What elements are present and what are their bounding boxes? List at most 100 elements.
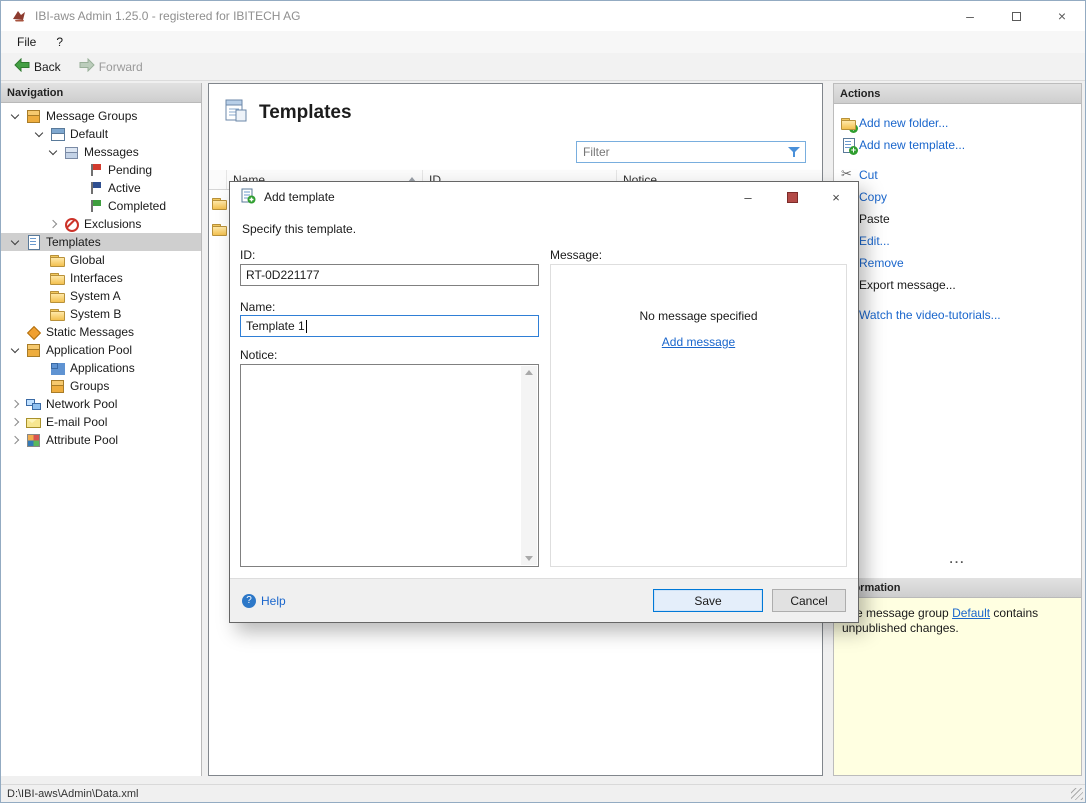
id-field-value: RT-0D221177: [246, 268, 320, 282]
filter-input[interactable]: [577, 145, 787, 159]
notice-field[interactable]: [240, 364, 539, 567]
tree-item-groups[interactable]: Groups: [1, 377, 201, 395]
menu-help[interactable]: ?: [46, 31, 73, 53]
tree-item-message-groups[interactable]: Message Groups: [1, 107, 201, 125]
dialog-maximize-button[interactable]: [770, 182, 814, 212]
app-window: IBI-aws Admin 1.25.0 - registered for IB…: [0, 0, 1086, 803]
status-path: D:\IBI-aws\Admin\Data.xml: [7, 788, 138, 800]
action-edit[interactable]: Edit...: [834, 230, 1081, 252]
maximize-button[interactable]: [993, 1, 1039, 31]
static-messages-icon: [25, 324, 41, 340]
action-add-new-folder[interactable]: Add new folder...: [834, 112, 1081, 134]
dialog-close-button[interactable]: ×: [814, 182, 858, 212]
add-message-link[interactable]: Add message: [662, 335, 735, 349]
close-button[interactable]: ×: [1039, 1, 1085, 31]
add-template-dialog-icon: [240, 188, 256, 207]
back-arrow-icon: [14, 58, 30, 75]
dialog-title: Add template: [264, 190, 335, 204]
back-button[interactable]: Back: [9, 56, 66, 77]
minimize-button[interactable]: –: [947, 1, 993, 31]
table-selector-column: [209, 170, 227, 189]
chevron-right-icon[interactable]: [45, 216, 61, 232]
dialog-footer: Help Save Cancel: [230, 578, 858, 622]
navigation-tree: Message Groups Default Messages Pending …: [1, 103, 201, 449]
filter-funnel-icon[interactable]: [787, 145, 801, 159]
navigation-toolbar: Back Forward: [1, 53, 1085, 81]
help-button[interactable]: Help: [242, 594, 286, 608]
tree-item-default[interactable]: Default: [1, 125, 201, 143]
scroll-up-icon[interactable]: [525, 370, 533, 375]
notice-scrollbar[interactable]: [521, 366, 537, 565]
name-field-value: Template 1: [246, 319, 305, 333]
panel-splitter-handle[interactable]: ...: [834, 552, 1081, 566]
folder-icon: [49, 252, 65, 268]
notice-label: Notice:: [240, 348, 277, 362]
chevron-down-icon[interactable]: [45, 144, 61, 160]
tree-indent-spacer: [69, 180, 85, 196]
title-bar: IBI-aws Admin 1.25.0 - registered for IB…: [1, 1, 1085, 31]
app-logo-icon: [11, 8, 27, 24]
chevron-right-icon[interactable]: [7, 414, 23, 430]
action-label: Paste: [859, 212, 890, 226]
folder-icon: [49, 288, 65, 304]
action-copy[interactable]: Copy: [834, 186, 1081, 208]
forward-arrow-icon: [79, 58, 95, 75]
menu-file[interactable]: File: [7, 31, 46, 53]
tree-item-messages[interactable]: Messages: [1, 143, 201, 161]
tree-item-label: Global: [70, 253, 105, 267]
resize-grip[interactable]: [1071, 788, 1083, 800]
chevron-right-icon[interactable]: [7, 432, 23, 448]
active-flag-icon: [87, 180, 103, 196]
chevron-down-icon[interactable]: [7, 108, 23, 124]
tree-item-templates[interactable]: Templates: [1, 233, 201, 251]
dialog-minimize-button[interactable]: –: [726, 182, 770, 212]
tree-item-system-b[interactable]: System B: [1, 305, 201, 323]
chevron-down-icon[interactable]: [31, 126, 47, 142]
tree-item-attribute-pool[interactable]: Attribute Pool: [1, 431, 201, 449]
default-group-link[interactable]: Default: [952, 606, 990, 620]
name-field[interactable]: Template 1: [240, 315, 539, 337]
action-paste[interactable]: Paste: [834, 208, 1081, 230]
add-template-icon: [840, 137, 856, 153]
tree-item-network-pool[interactable]: Network Pool: [1, 395, 201, 413]
forward-button[interactable]: Forward: [74, 56, 148, 77]
chevron-down-icon[interactable]: [7, 234, 23, 250]
tree-indent-spacer: [69, 162, 85, 178]
save-button[interactable]: Save: [653, 589, 763, 612]
tree-item-email-pool[interactable]: E-mail Pool: [1, 413, 201, 431]
forward-button-label: Forward: [99, 60, 143, 74]
help-label: Help: [261, 594, 286, 608]
tree-item-completed[interactable]: Completed: [1, 197, 201, 215]
tree-item-label: Message Groups: [46, 109, 137, 123]
tree-item-active[interactable]: Active: [1, 179, 201, 197]
tree-item-global[interactable]: Global: [1, 251, 201, 269]
tree-item-label: E-mail Pool: [46, 415, 107, 429]
tree-item-static-messages[interactable]: Static Messages: [1, 323, 201, 341]
action-label: Remove: [859, 256, 904, 270]
tree-indent-spacer: [7, 324, 23, 340]
folder-icon: [49, 306, 65, 322]
templates-page-icon: [223, 98, 249, 127]
back-button-label: Back: [34, 60, 61, 74]
action-export-message[interactable]: Export message...: [834, 274, 1081, 296]
chevron-right-icon[interactable]: [7, 396, 23, 412]
scroll-down-icon[interactable]: [525, 556, 533, 561]
name-label: Name:: [240, 300, 275, 314]
action-cut[interactable]: Cut: [834, 164, 1081, 186]
action-add-new-template[interactable]: Add new template...: [834, 134, 1081, 156]
tree-item-application-pool[interactable]: Application Pool: [1, 341, 201, 359]
tree-item-system-a[interactable]: System A: [1, 287, 201, 305]
chevron-down-icon[interactable]: [7, 342, 23, 358]
id-field[interactable]: RT-0D221177: [240, 264, 539, 286]
tree-indent-spacer: [31, 270, 47, 286]
tree-item-label: Pending: [108, 163, 152, 177]
action-watch-video-tutorials[interactable]: Watch the video-tutorials...: [834, 304, 1081, 326]
tree-item-pending[interactable]: Pending: [1, 161, 201, 179]
cancel-button[interactable]: Cancel: [772, 589, 846, 612]
tree-item-exclusions[interactable]: Exclusions: [1, 215, 201, 233]
action-remove[interactable]: Remove: [834, 252, 1081, 274]
tree-item-applications[interactable]: Applications: [1, 359, 201, 377]
tree-item-interfaces[interactable]: Interfaces: [1, 269, 201, 287]
actions-panel: Actions Add new folder... Add new templa…: [833, 83, 1082, 776]
page-title: Templates: [259, 102, 352, 124]
